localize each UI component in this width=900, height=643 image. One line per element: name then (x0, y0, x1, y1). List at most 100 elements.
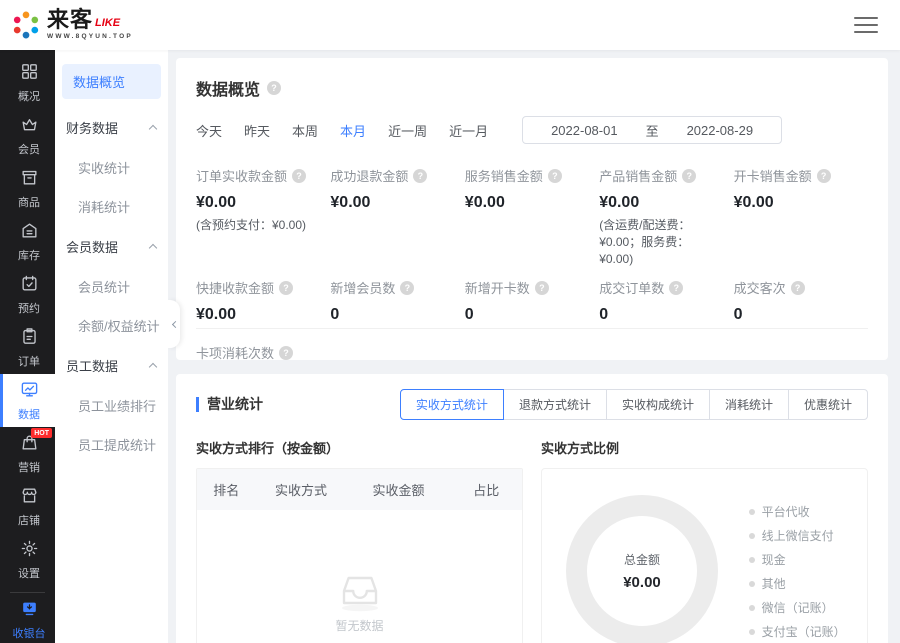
tab-income-method[interactable]: 实收方式统计 (400, 389, 504, 420)
donut-chart: 总金额 ¥0.00 (566, 495, 718, 643)
cashier-icon (20, 599, 39, 621)
stat-product-sales: 产品销售金额? ¥0.00 (含运费/配送费：¥0.00；服务费：¥0.00) (599, 166, 733, 268)
legend-dot (749, 509, 755, 515)
stats-row-3: 卡项消耗次数? 0 (196, 343, 868, 360)
filter-yesterday[interactable]: 昨天 (244, 121, 270, 140)
submenu-group-staff[interactable]: 员工数据 (55, 345, 168, 386)
help-icon[interactable]: ? (535, 281, 549, 295)
submenu-item-staff-ranking[interactable]: 员工业绩排行 (55, 386, 168, 425)
calendar-check-icon (20, 274, 39, 296)
submenu-item-income-stats[interactable]: 实收统计 (55, 148, 168, 187)
chevron-up-icon (149, 244, 157, 252)
stat-orders-count: 成交订单数? 0 (599, 278, 733, 324)
help-icon[interactable]: ? (279, 346, 293, 360)
help-icon[interactable]: ? (791, 281, 805, 295)
submenu-item-staff-commission[interactable]: 员工提成统计 (55, 425, 168, 464)
help-icon[interactable]: ? (413, 169, 427, 183)
filter-last-month[interactable]: 近一月 (449, 121, 488, 140)
sidebar-item-label: 设置 (18, 565, 40, 581)
col-method: 实收方式 (256, 480, 347, 499)
stat-new-cards: 新增开卡数? 0 (465, 278, 599, 324)
sidebar-item-appointments[interactable]: 预约 (0, 268, 55, 321)
logo-cn: 来客 (47, 9, 93, 31)
submenu-item-balance-stats[interactable]: 余额/权益统计 (55, 306, 168, 345)
stat-customer-visits: 成交客次? 0 (734, 278, 868, 324)
sidebar-collapse-handle[interactable] (168, 300, 180, 348)
submenu-item-member-stats[interactable]: 会员统计 (55, 267, 168, 306)
submenu-group-title: 会员数据 (66, 237, 118, 256)
empty-text: 暂无数据 (335, 617, 383, 634)
clipboard-icon (20, 327, 39, 349)
tab-refund-method[interactable]: 退款方式统计 (503, 389, 607, 420)
help-icon[interactable]: ? (682, 169, 696, 183)
help-icon[interactable]: ? (669, 281, 683, 295)
col-rank: 排名 (197, 480, 256, 499)
stats-row-2: 快捷收款金额? ¥0.00 新增会员数? 0 新增开卡数? 0 成交订单数? 0… (196, 278, 868, 324)
sidebar-item-shop[interactable]: 店铺 (0, 480, 55, 533)
business-tabs: 实收方式统计 退款方式统计 实收构成统计 消耗统计 优惠统计 (401, 389, 868, 420)
legend-item[interactable]: 现金 (749, 551, 847, 568)
stat-value: ¥0.00 (465, 194, 599, 212)
help-icon[interactable]: ? (817, 169, 831, 183)
legend-dot (749, 557, 755, 563)
col-ratio: 占比 (451, 480, 523, 499)
filter-today[interactable]: 今天 (196, 121, 222, 140)
sidebar-item-goods[interactable]: 商品 (0, 162, 55, 215)
sidebar-item-marketing[interactable]: HOT 营销 (0, 427, 55, 480)
sidebar-item-members[interactable]: 会员 (0, 109, 55, 162)
date-end[interactable]: 2022-08-29 (687, 123, 754, 138)
tab-income-composition[interactable]: 实收构成统计 (606, 389, 710, 420)
col-amount: 实收金额 (347, 480, 451, 499)
tab-discount-stats[interactable]: 优惠统计 (788, 389, 868, 420)
legend-item[interactable]: 微信（记账） (749, 599, 847, 616)
grid-icon (20, 62, 39, 84)
submenu-group-finance[interactable]: 财务数据 (55, 107, 168, 148)
sidebar-item-cashier[interactable]: 收银台 (0, 593, 55, 643)
donut-chart-box: 总金额 ¥0.00 平台代收 线上微信支付 现金 其他 微信（记账） 支付宝（记… (541, 468, 868, 643)
stat-service-sales: 服务销售金额? ¥0.00 (465, 166, 599, 268)
filter-this-week[interactable]: 本周 (292, 121, 318, 140)
app-layout: 概况 会员 商品 库存 预约 订单 数据 HOT 营销 (0, 50, 900, 643)
help-icon[interactable]: ? (292, 169, 306, 183)
submenu-item-data-overview[interactable]: 数据概览 (62, 64, 161, 99)
sidebar-item-settings[interactable]: 设置 (0, 533, 55, 586)
submenu-group-title: 财务数据 (66, 118, 118, 137)
sidebar-item-inventory[interactable]: 库存 (0, 215, 55, 268)
date-separator: 至 (646, 121, 659, 140)
sidebar-item-orders[interactable]: 订单 (0, 321, 55, 374)
logo-like: LIKE (95, 18, 120, 31)
secondary-sidebar: 数据概览 财务数据 实收统计 消耗统计 会员数据 会员统计 余额/权益统计 员工… (55, 50, 168, 643)
legend-item[interactable]: 支付宝（记账） (749, 623, 847, 640)
help-icon[interactable]: ? (279, 281, 293, 295)
section-divider (196, 328, 868, 329)
submenu-item-consume-stats[interactable]: 消耗统计 (55, 187, 168, 226)
monitor-chart-icon (20, 380, 39, 402)
legend-item[interactable]: 其他 (749, 575, 847, 592)
sidebar-item-data[interactable]: 数据 (0, 374, 55, 427)
sidebar-item-overview[interactable]: 概况 (0, 56, 55, 109)
help-icon[interactable]: ? (548, 169, 562, 183)
date-start[interactable]: 2022-08-01 (551, 123, 618, 138)
date-range-picker[interactable]: 2022-08-01 至 2022-08-29 (522, 116, 782, 144)
proportion-title: 实收方式比例 (541, 438, 868, 457)
stat-value: 0 (734, 306, 868, 324)
stat-value: ¥0.00 (196, 306, 330, 324)
income-ranking-panel: 实收方式排行（按金额） 排名 实收方式 实收金额 占比 (196, 438, 523, 643)
stat-value: 0 (599, 306, 733, 324)
legend-item[interactable]: 平台代收 (749, 503, 847, 520)
filter-this-month[interactable]: 本月 (340, 121, 366, 140)
tab-consume-stats[interactable]: 消耗统计 (709, 389, 789, 420)
legend-dot (749, 533, 755, 539)
legend-item[interactable]: 线上微信支付 (749, 527, 847, 544)
stat-new-members: 新增会员数? 0 (330, 278, 464, 324)
submenu-group-member[interactable]: 会员数据 (55, 226, 168, 267)
help-icon[interactable]: ? (400, 281, 414, 295)
help-icon[interactable]: ? (267, 81, 281, 95)
filter-last-week[interactable]: 近一周 (388, 121, 427, 140)
stat-order-income: 订单实收款金额? ¥0.00 (含预约支付：¥0.00) (196, 166, 330, 268)
storefront-icon (20, 486, 39, 508)
ranking-table: 排名 实收方式 实收金额 占比 暂无数据 (196, 468, 523, 643)
menu-toggle-icon[interactable] (854, 17, 878, 33)
sidebar-item-label: 预约 (18, 300, 40, 316)
chart-legend: 平台代收 线上微信支付 现金 其他 微信（记账） 支付宝（记账） POS机（记账… (749, 503, 851, 643)
